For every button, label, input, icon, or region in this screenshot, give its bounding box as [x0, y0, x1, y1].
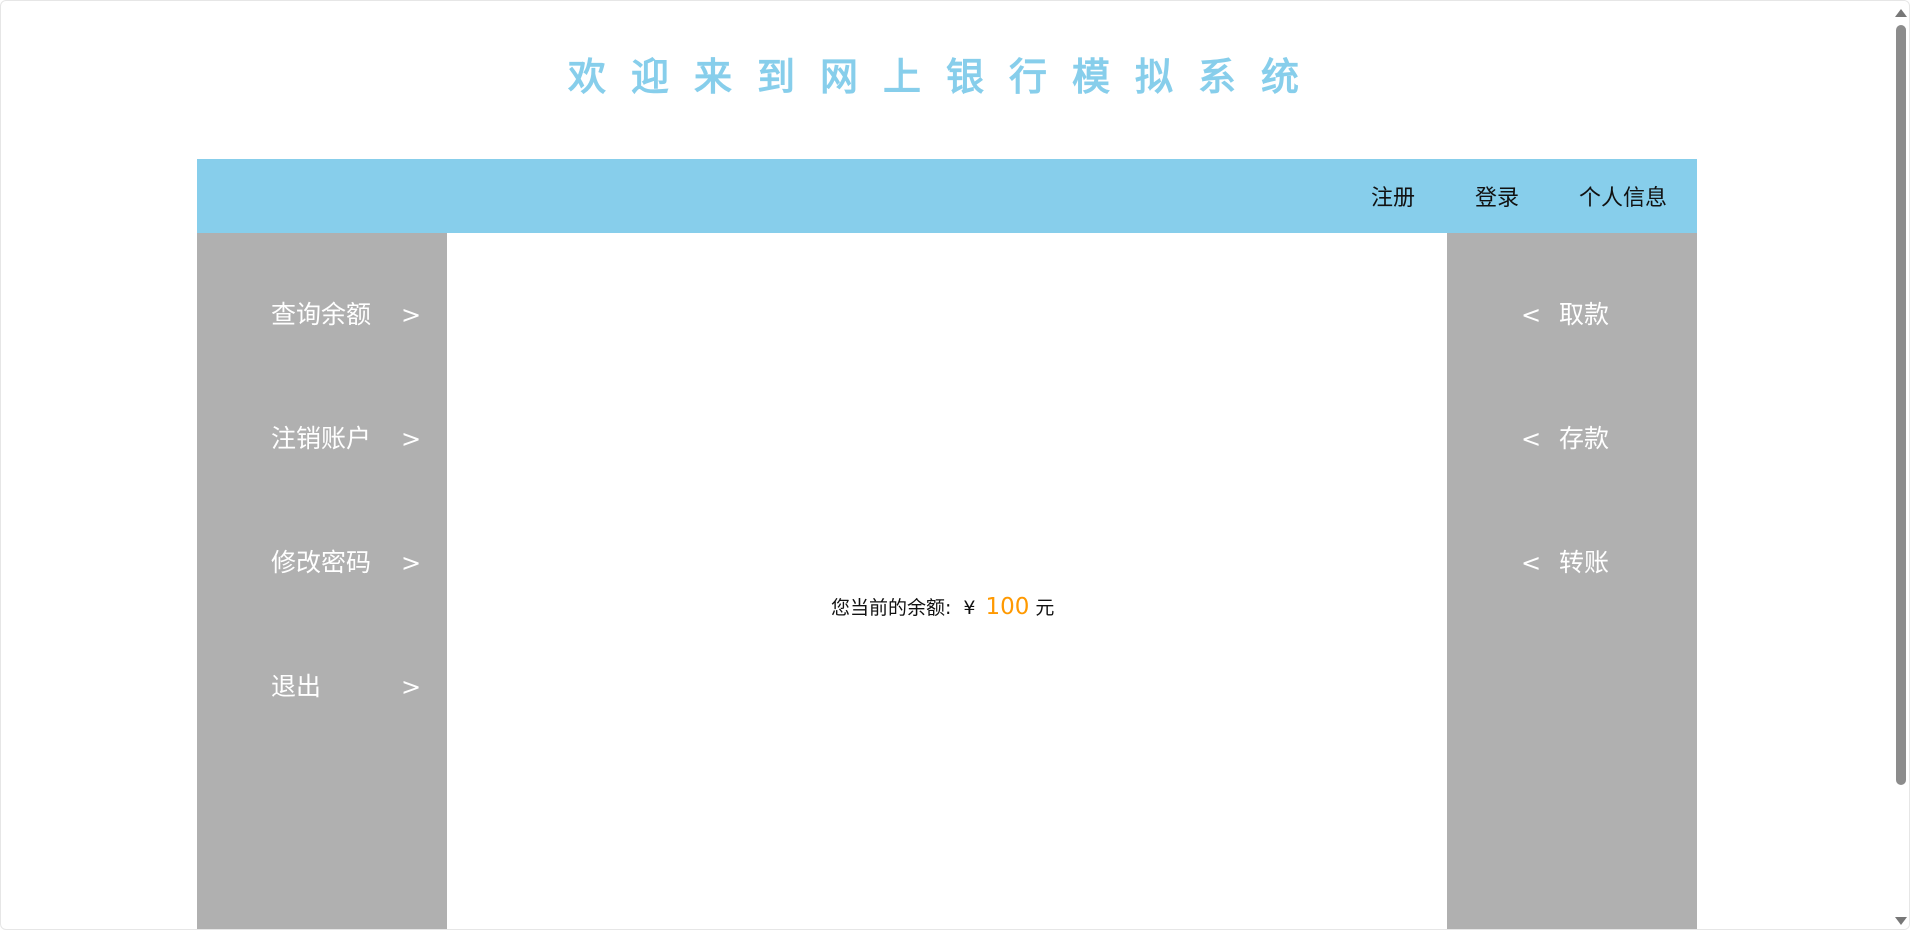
- menu-item-label: 存款: [1559, 424, 1610, 453]
- menu-query-balance[interactable]: 查询余额 >: [271, 295, 421, 335]
- scroll-down-arrow-icon[interactable]: [1895, 917, 1907, 925]
- browser-viewport: 欢迎来到网上银行模拟系统 注册 登录 个人信息 查询余额 > 注销账户 > 修改…: [0, 0, 1910, 930]
- chevron-right-icon: >: [401, 425, 422, 453]
- nav-login-link[interactable]: 登录: [1475, 180, 1519, 212]
- balance-prefix: 您当前的余额:: [831, 597, 952, 619]
- nav-profile-link[interactable]: 个人信息: [1579, 180, 1667, 212]
- chevron-left-icon: <: [1521, 301, 1542, 329]
- menu-item-label: 查询余额: [271, 300, 372, 329]
- menu-cancel-account[interactable]: 注销账户 >: [271, 419, 421, 459]
- vertical-scrollbar[interactable]: [1891, 1, 1909, 929]
- menu-item-label: 取款: [1559, 300, 1610, 329]
- chevron-left-icon: <: [1521, 425, 1542, 453]
- site-title: 欢迎来到网上银行模拟系统: [567, 55, 1324, 99]
- main-content: 您当前的余额: ¥100 元: [447, 233, 1447, 929]
- top-nav-bar: 注册 登录 个人信息: [197, 159, 1697, 233]
- nav-register-link[interactable]: 注册: [1371, 180, 1415, 212]
- menu-transfer[interactable]: < 转账: [1521, 543, 1641, 583]
- menu-item-label: 修改密码: [271, 548, 372, 577]
- menu-item-label: 注销账户: [271, 424, 372, 453]
- scroll-up-arrow-icon[interactable]: [1895, 9, 1907, 17]
- top-nav: 注册 登录 个人信息: [1311, 159, 1667, 233]
- menu-withdraw[interactable]: < 取款: [1521, 295, 1641, 335]
- left-sidebar: 查询余额 > 注销账户 > 修改密码 > 退出 >: [197, 233, 447, 929]
- menu-logout[interactable]: 退出 >: [271, 667, 421, 707]
- chevron-right-icon: >: [401, 673, 422, 701]
- chevron-left-icon: <: [1521, 549, 1542, 577]
- currency-symbol: ¥: [963, 597, 976, 619]
- menu-change-password[interactable]: 修改密码 >: [271, 543, 421, 583]
- menu-item-label: 退出: [271, 672, 322, 701]
- right-sidebar: < 取款 < 存款 < 转账: [1447, 233, 1697, 929]
- menu-item-label: 转账: [1559, 548, 1610, 577]
- chevron-right-icon: >: [401, 549, 422, 577]
- balance-display: 您当前的余额: ¥100 元: [831, 593, 1054, 620]
- scrollbar-thumb[interactable]: [1896, 25, 1906, 785]
- balance-unit: 元: [1035, 597, 1055, 619]
- chevron-right-icon: >: [401, 301, 422, 329]
- menu-deposit[interactable]: < 存款: [1521, 419, 1641, 459]
- balance-amount: 100: [985, 594, 1030, 620]
